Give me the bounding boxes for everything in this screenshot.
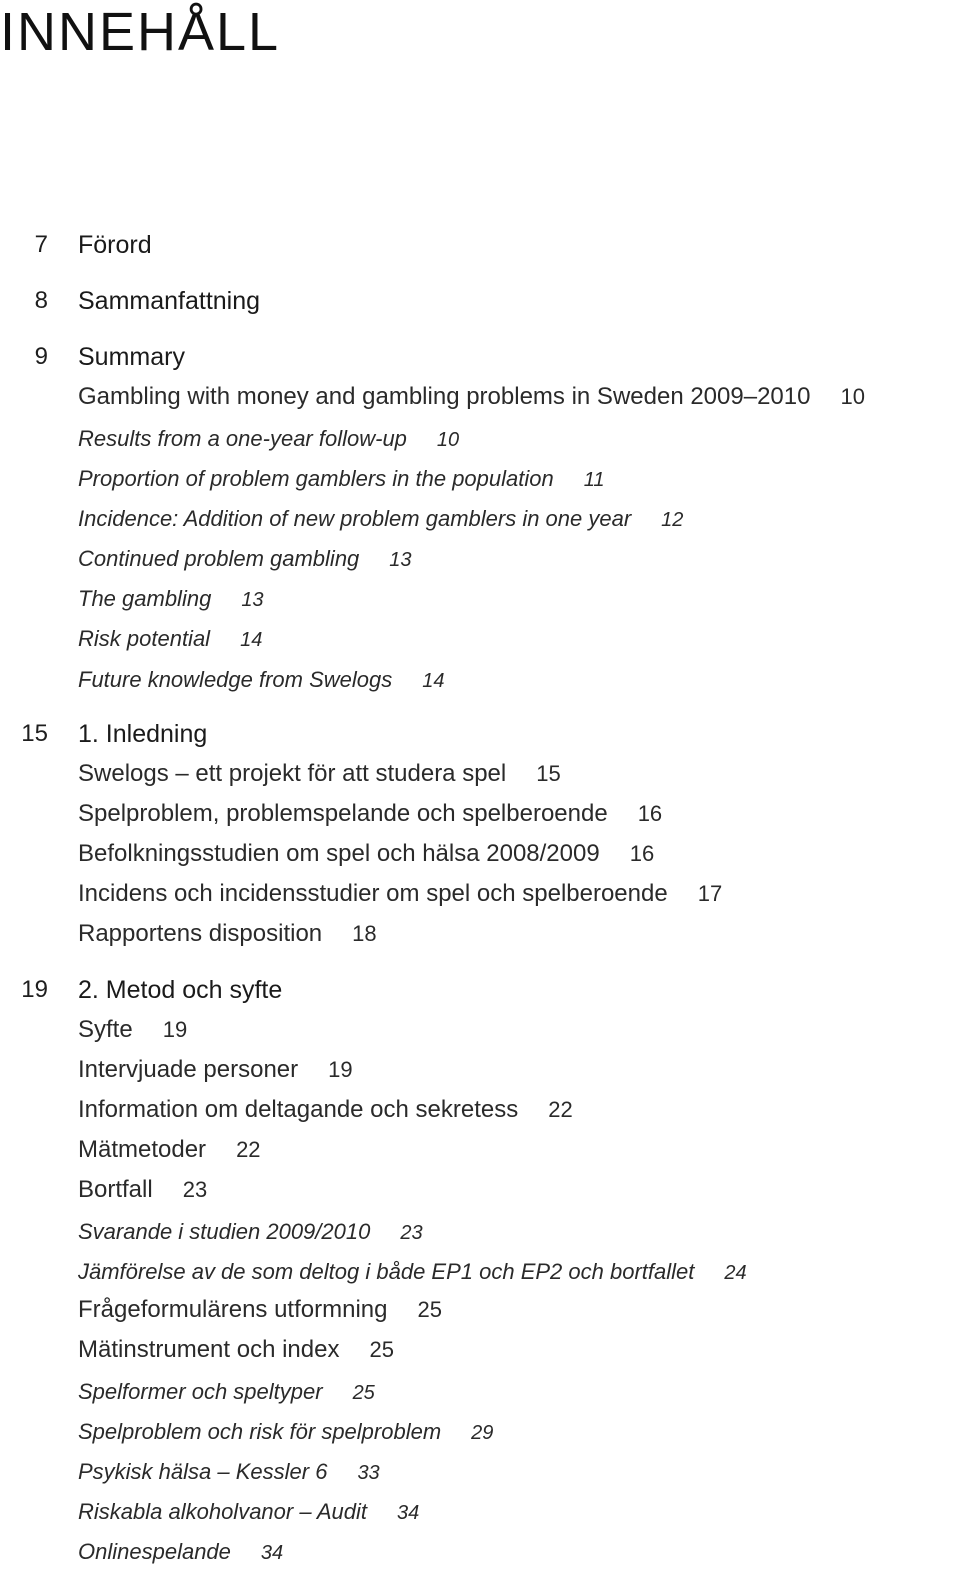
toc-page-number: 11 [583, 469, 605, 491]
toc-entry-title: Mätinstrument och index [78, 1336, 340, 1363]
toc-page-number: 33 [357, 1462, 380, 1484]
toc-entry-title: Results from a one-year follow-up [78, 426, 407, 451]
toc-entry-title: The gambling [78, 586, 212, 611]
toc-page-number: 13 [389, 549, 412, 571]
toc-page-number: 22 [236, 1137, 261, 1162]
toc-entry-title: Swelogs – ett projekt för att studera sp… [78, 760, 507, 787]
toc-page-number: 14 [240, 629, 263, 651]
toc-chapter-title: 2. Metod och syfte [78, 976, 283, 1004]
toc-page-number: 8 [34, 287, 48, 314]
toc-page-number: 10 [840, 384, 865, 409]
toc-page-number: 34 [260, 1542, 284, 1564]
toc-page-number: 25 [417, 1297, 442, 1322]
toc-page-number: 13 [241, 589, 264, 611]
toc-entry-title: Gambling with money and gambling problem… [78, 383, 811, 410]
toc-entry-title: Future knowledge from Swelogs [78, 667, 393, 692]
toc-page-number: 18 [352, 921, 377, 946]
toc-entry-title: Bortfall [78, 1176, 153, 1203]
toc-page-number: 19 [328, 1057, 353, 1082]
toc-page-number: 16 [629, 841, 655, 866]
toc-page-number: 34 [397, 1502, 420, 1524]
toc-page-number: 23 [182, 1177, 208, 1202]
toc-entry-title: Rapportens disposition [78, 920, 323, 947]
toc-page-number: 25 [352, 1382, 375, 1404]
page-title: INNEHÅLL [0, 2, 281, 62]
toc-page-number: 10 [436, 429, 460, 451]
toc-entry-title: Befolkningsstudien om spel och hälsa 200… [78, 840, 600, 867]
toc-entry-title: Spelproblem och risk för spelproblem [78, 1419, 442, 1444]
toc-chapter-title: 1. Inledning [78, 720, 208, 748]
toc-entry-title: Mätmetoder [78, 1136, 207, 1163]
toc-page-number: 25 [369, 1337, 394, 1362]
toc-entry-title: Riskabla alkoholvanor – Audit [78, 1499, 368, 1524]
toc-page-number: 19 [21, 976, 48, 1003]
toc-page-number: 23 [400, 1222, 423, 1244]
toc-page-number: 17 [697, 881, 723, 906]
toc-entry-title: Incidens och incidensstudier om spel och… [78, 880, 668, 907]
toc-chapter-title: Summary [78, 343, 185, 371]
toc-page-number: 19 [162, 1017, 188, 1042]
toc-entry-title: Risk potential [78, 626, 211, 651]
toc-chapter-title: Förord [78, 231, 152, 259]
toc-entry-title: Onlinespelande [78, 1539, 231, 1564]
toc-entry-title: Continued problem gambling [78, 546, 360, 571]
toc-page-number: 12 [661, 509, 684, 531]
toc-page-number: 29 [471, 1422, 494, 1444]
toc-entry-title: Incidence: Addition of new problem gambl… [78, 506, 632, 531]
toc-page-number: 14 [422, 670, 445, 692]
toc-page-number: 15 [21, 720, 48, 747]
toc-chapter-title: Sammanfattning [78, 287, 261, 315]
toc-page-number: 16 [637, 801, 663, 826]
toc-entry-title: Intervjuade personer [78, 1056, 299, 1083]
toc-entry-title: Spelformer och speltyper [78, 1379, 323, 1404]
toc-page-number: 22 [548, 1097, 573, 1122]
toc-page-number: 15 [536, 761, 561, 786]
toc-entry-title: Jämförelse av de som deltog i både EP1 o… [78, 1259, 695, 1284]
toc-page-number: 9 [34, 343, 48, 370]
toc-entry-title: Svarande i studien 2009/2010 [78, 1219, 371, 1244]
toc-entry-title: Frågeformulärens utformning [78, 1296, 388, 1323]
toc-entry-title: Proportion of problem gamblers in the po… [78, 466, 554, 491]
toc-entry-title: Spelproblem, problemspelande och spelber… [78, 800, 608, 827]
toc-entry-title: Psykisk hälsa – Kessler 6 [78, 1459, 328, 1484]
toc-entry-title: Syfte [78, 1016, 133, 1043]
toc-page-number: 24 [724, 1262, 747, 1284]
toc-page-number: 7 [34, 231, 48, 258]
toc-entry-title: Information om deltagande och sekretess [78, 1096, 519, 1123]
